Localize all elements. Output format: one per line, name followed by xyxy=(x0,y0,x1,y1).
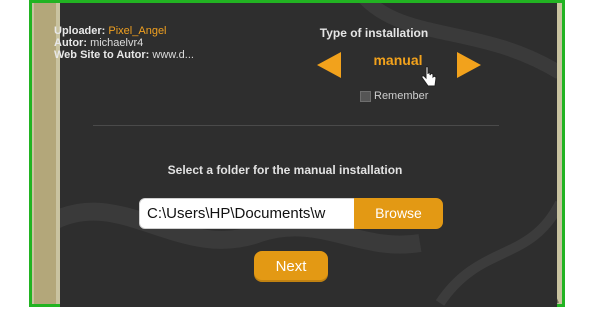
remember-label: Remember xyxy=(374,90,429,102)
upload-info: Uploader: Pixel_Angel Autor: michaelvr4 … xyxy=(54,25,194,61)
next-mode-arrow-icon[interactable] xyxy=(457,52,481,78)
installation-type-title: Type of installation xyxy=(319,26,429,40)
website-label: Web Site to Autor: xyxy=(54,49,150,61)
next-button[interactable]: Next xyxy=(254,251,328,282)
browse-button[interactable]: Browse xyxy=(354,198,443,229)
remember-checkbox[interactable] xyxy=(360,90,371,102)
uploader-value: Pixel_Angel xyxy=(108,25,167,37)
uploader-label: Uploader: xyxy=(54,25,106,37)
section-divider xyxy=(93,125,499,126)
autor-value: michaelvr4 xyxy=(90,37,144,49)
remember-option[interactable]: Remember xyxy=(360,90,428,102)
folder-path-input[interactable]: C:\Users\HP\Documents\w xyxy=(139,198,355,229)
select-folder-title: Select a folder for the manual installat… xyxy=(167,163,403,177)
website-line: Web Site to Autor: www.d... xyxy=(54,49,194,61)
autor-line: Autor: michaelvr4 xyxy=(54,37,194,49)
left-decor-strip xyxy=(34,3,56,304)
autor-label: Autor: xyxy=(54,37,87,49)
uploader-line: Uploader: Pixel_Angel xyxy=(54,25,194,37)
previous-mode-arrow-icon[interactable] xyxy=(317,52,341,78)
website-value: www.d... xyxy=(152,49,194,61)
hand-cursor-icon xyxy=(421,66,437,87)
